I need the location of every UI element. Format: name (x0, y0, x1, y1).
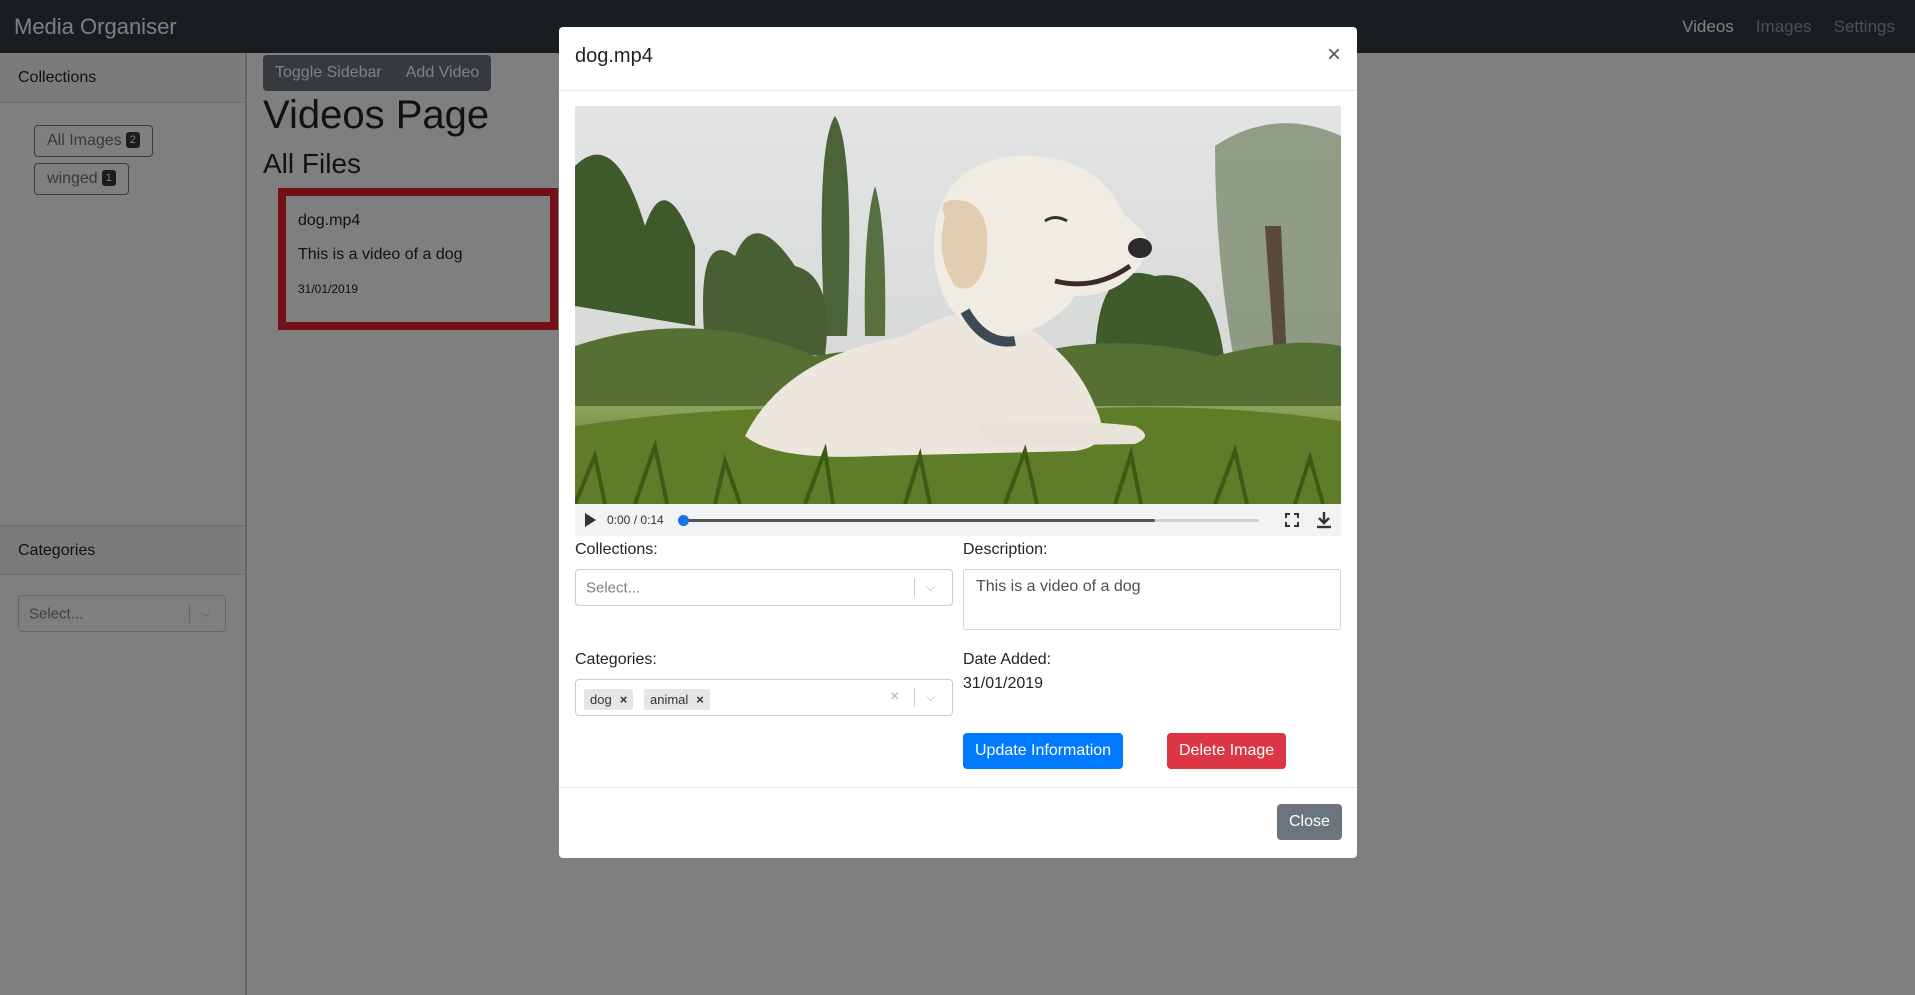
file-modal: dog.mp4 × 0:00 / 0:14 Collections: Selec… (559, 27, 1357, 858)
modal-categories-select[interactable]: dog × animal × × ⌵ (575, 679, 953, 716)
remove-tag-icon[interactable]: × (620, 692, 628, 707)
remove-tag-icon[interactable]: × (696, 692, 704, 707)
video-frame[interactable] (575, 106, 1341, 504)
description-textarea[interactable]: This is a video of a dog (963, 569, 1341, 630)
close-icon[interactable]: × (1327, 41, 1341, 69)
video-time: 0:00 / 0:14 (607, 513, 664, 527)
download-icon[interactable] (1316, 511, 1332, 529)
select-separator (914, 578, 915, 597)
clear-icon[interactable]: × (890, 688, 899, 706)
select-separator (914, 688, 915, 707)
dog-video-frame-illustration (575, 106, 1341, 504)
fullscreen-icon[interactable] (1285, 513, 1299, 527)
video-player[interactable]: 0:00 / 0:14 (575, 106, 1341, 536)
category-tag-label: animal (650, 692, 689, 707)
delete-image-button[interactable]: Delete Image (1167, 733, 1287, 769)
chevron-down-icon[interactable]: ⌵ (926, 579, 935, 594)
category-tag: animal × (644, 689, 710, 710)
categories-label: Categories: (575, 651, 657, 668)
modal-footer: Close (559, 787, 1357, 858)
close-button[interactable]: Close (1277, 804, 1342, 840)
update-information-button[interactable]: Update Information (963, 733, 1124, 769)
seek-bar[interactable] (678, 515, 1259, 526)
date-added-value: 31/01/2019 (963, 675, 1044, 692)
seek-handle[interactable] (678, 515, 689, 526)
play-icon[interactable] (585, 513, 596, 527)
modal-header: dog.mp4 × (559, 27, 1357, 91)
video-controls: 0:00 / 0:14 (575, 504, 1341, 536)
chevron-down-icon[interactable]: ⌵ (926, 689, 935, 704)
description-label: Description: (963, 541, 1048, 558)
collections-select-placeholder: Select... (586, 579, 641, 596)
category-tag: dog × (584, 689, 634, 710)
collections-label: Collections: (575, 541, 658, 558)
category-tag-label: dog (590, 692, 612, 707)
modal-collections-select[interactable]: Select... ⌵ (575, 569, 953, 606)
date-added-label: Date Added: (963, 651, 1052, 668)
modal-title: dog.mp4 (575, 45, 653, 67)
seek-buffered (683, 519, 1156, 522)
